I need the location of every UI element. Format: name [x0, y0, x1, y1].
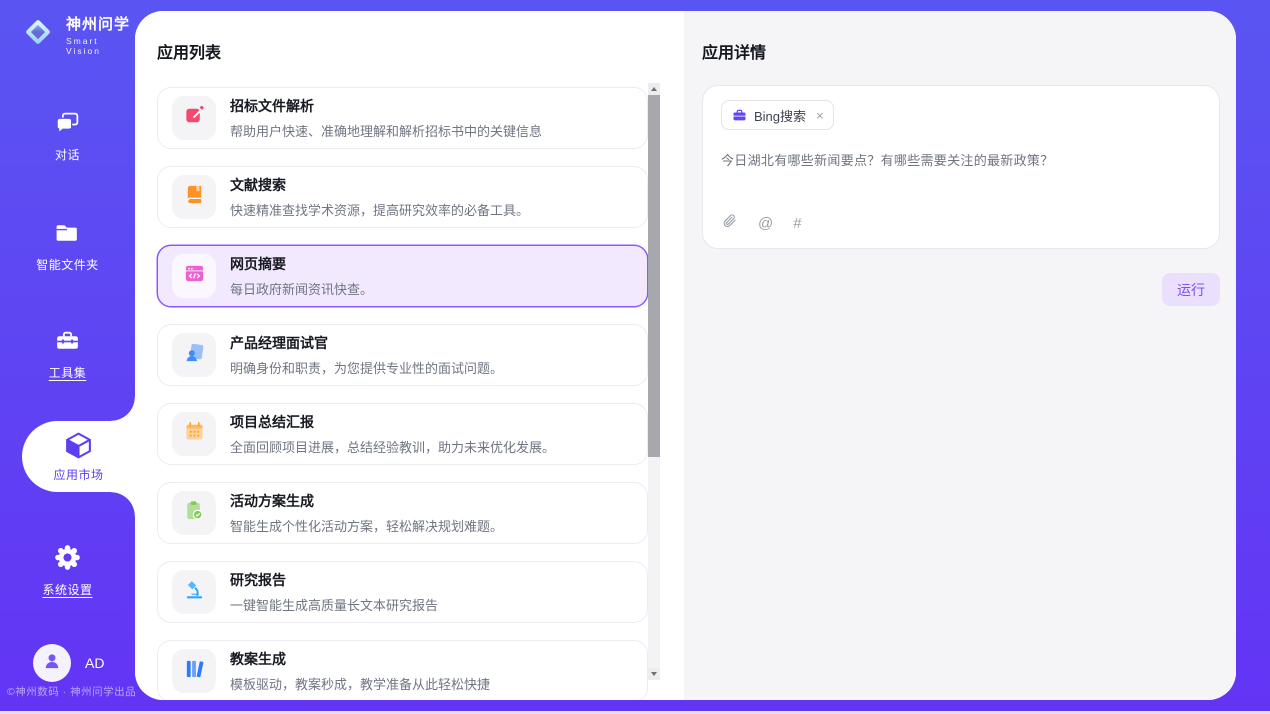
mention-at-icon[interactable]: @ — [758, 215, 773, 232]
briefcase-icon — [732, 108, 747, 123]
paperclip-icon[interactable] — [721, 212, 738, 234]
cube-icon — [63, 430, 94, 461]
sidebar: 神州问学 Smart Vision 对话 智能文件夹 工具集 应用市场 系统设置 — [0, 0, 135, 711]
folder-icon — [54, 220, 81, 247]
composer-toolbar: @ # — [721, 212, 802, 234]
books-icon — [183, 657, 206, 685]
scrollbar[interactable] — [648, 83, 660, 680]
app-frame: 神州问学 Smart Vision 对话 智能文件夹 工具集 应用市场 系统设置 — [0, 0, 1270, 711]
toolbox-icon — [54, 328, 81, 355]
app-card-project-summary-report[interactable]: 项目总结汇报 全面回顾项目进展，总结经验教训，助力未来优化发展。 — [157, 403, 648, 465]
app-card-event-plan-generator[interactable]: 活动方案生成 智能生成个性化活动方案，轻松解决规划难题。 — [157, 482, 648, 544]
app-name: 研究报告 — [230, 570, 438, 590]
app-window: 神州问学 Smart Vision 对话 智能文件夹 工具集 应用市场 系统设置 — [0, 0, 1270, 714]
app-card-list: 招标文件解析 帮助用户快速、准确地理解和解析招标书中的关键信息 文献搜索 快速精… — [157, 87, 648, 700]
app-name: 招标文件解析 — [230, 96, 542, 116]
brand-subtitle: Smart Vision — [66, 36, 135, 56]
calendar-icon — [183, 420, 206, 448]
book-icon — [183, 183, 206, 211]
copyright-text: ©神州数码 · 神州问学出品 — [7, 684, 136, 699]
app-name: 产品经理面试官 — [230, 333, 503, 353]
close-icon[interactable]: × — [816, 108, 824, 123]
app-list-panel: 应用列表 招标文件解析 帮助用户快速、准确地理解和解析招标书中的关键信息 文献搜… — [135, 11, 684, 700]
app-card-research-report[interactable]: 研究报告 一键智能生成高质量长文本研究报告 — [157, 561, 648, 623]
scrollbar-thumb[interactable] — [648, 95, 660, 457]
app-detail-panel: 应用详情 Bing搜索 × 今日湖北有哪些新闻要点？ — [684, 11, 1236, 700]
brand-logo: 神州问学 Smart Vision — [18, 12, 135, 57]
app-description: 全面回顾项目进展，总结经验教训，助力未来优化发展。 — [230, 437, 555, 456]
tool-tag-label: Bing搜索 — [754, 106, 806, 125]
hash-icon[interactable]: # — [793, 215, 801, 232]
sidebar-item-chat[interactable]: 对话 — [0, 110, 135, 163]
app-card-webpage-summary[interactable]: 网页摘要 每日政府新闻资讯快查。 — [157, 245, 648, 307]
query-text[interactable]: 今日湖北有哪些新闻要点？有哪些需要关注的最新政策？ — [721, 150, 1201, 169]
triangle-down-icon — [651, 672, 657, 676]
document-edit-icon — [183, 104, 206, 132]
query-composer[interactable]: Bing搜索 × 今日湖北有哪些新闻要点？有哪些需要关注的最新政策？ @ # — [702, 85, 1220, 249]
user-account[interactable]: AD — [33, 644, 104, 682]
scroll-up-button[interactable] — [648, 83, 660, 95]
chat-icon — [54, 110, 81, 137]
browser-code-icon — [183, 262, 206, 290]
app-list-title: 应用列表 — [157, 39, 684, 63]
sidebar-item-folders[interactable]: 智能文件夹 — [0, 220, 135, 273]
app-description: 明确身份和职责，为您提供专业性的面试问题。 — [230, 358, 503, 377]
app-name: 教案生成 — [230, 649, 490, 669]
gear-icon — [53, 543, 82, 572]
person-icon — [42, 651, 62, 676]
app-description: 模板驱动，教案秒成，教学准备从此轻松快捷 — [230, 674, 490, 693]
tool-tag-bing-search[interactable]: Bing搜索 × — [721, 100, 834, 130]
clipboard-check-icon — [183, 499, 206, 527]
app-description: 智能生成个性化活动方案，轻松解决规划难题。 — [230, 516, 503, 535]
app-description: 帮助用户快速、准确地理解和解析招标书中的关键信息 — [230, 121, 542, 140]
main-container: 应用列表 招标文件解析 帮助用户快速、准确地理解和解析招标书中的关键信息 文献搜… — [135, 11, 1236, 700]
app-card-lesson-plan-generator[interactable]: 教案生成 模板驱动，教案秒成，教学准备从此轻松快捷 — [157, 640, 648, 700]
diamond-logo-icon — [18, 12, 58, 57]
app-detail-title: 应用详情 — [702, 39, 1220, 63]
sidebar-item-settings[interactable]: 系统设置 — [0, 543, 135, 598]
triangle-up-icon — [651, 87, 657, 91]
app-name: 项目总结汇报 — [230, 412, 555, 432]
app-description: 每日政府新闻资讯快查。 — [230, 279, 373, 298]
brand-name: 神州问学 — [66, 13, 135, 34]
app-name: 活动方案生成 — [230, 491, 503, 511]
sidebar-item-app-market[interactable]: 应用市场 — [22, 421, 135, 492]
microscope-icon — [183, 578, 206, 606]
sidebar-item-tools[interactable]: 工具集 — [0, 328, 135, 381]
app-description: 快速精准查找学术资源，提高研究效率的必备工具。 — [230, 200, 529, 219]
app-description: 一键智能生成高质量长文本研究报告 — [230, 595, 438, 614]
app-card-bid-document-analysis[interactable]: 招标文件解析 帮助用户快速、准确地理解和解析招标书中的关键信息 — [157, 87, 648, 149]
avatar[interactable] — [33, 644, 71, 682]
user-initials: AD — [85, 655, 104, 671]
interviewer-icon — [183, 341, 206, 369]
scroll-down-button[interactable] — [648, 668, 660, 680]
run-button[interactable]: 运行 — [1162, 273, 1220, 306]
app-name: 文献搜索 — [230, 175, 529, 195]
app-name: 网页摘要 — [230, 254, 373, 274]
app-card-literature-search[interactable]: 文献搜索 快速精准查找学术资源，提高研究效率的必备工具。 — [157, 166, 648, 228]
app-card-pm-interviewer[interactable]: 产品经理面试官 明确身份和职责，为您提供专业性的面试问题。 — [157, 324, 648, 386]
scrollbar-track[interactable] — [648, 95, 660, 668]
